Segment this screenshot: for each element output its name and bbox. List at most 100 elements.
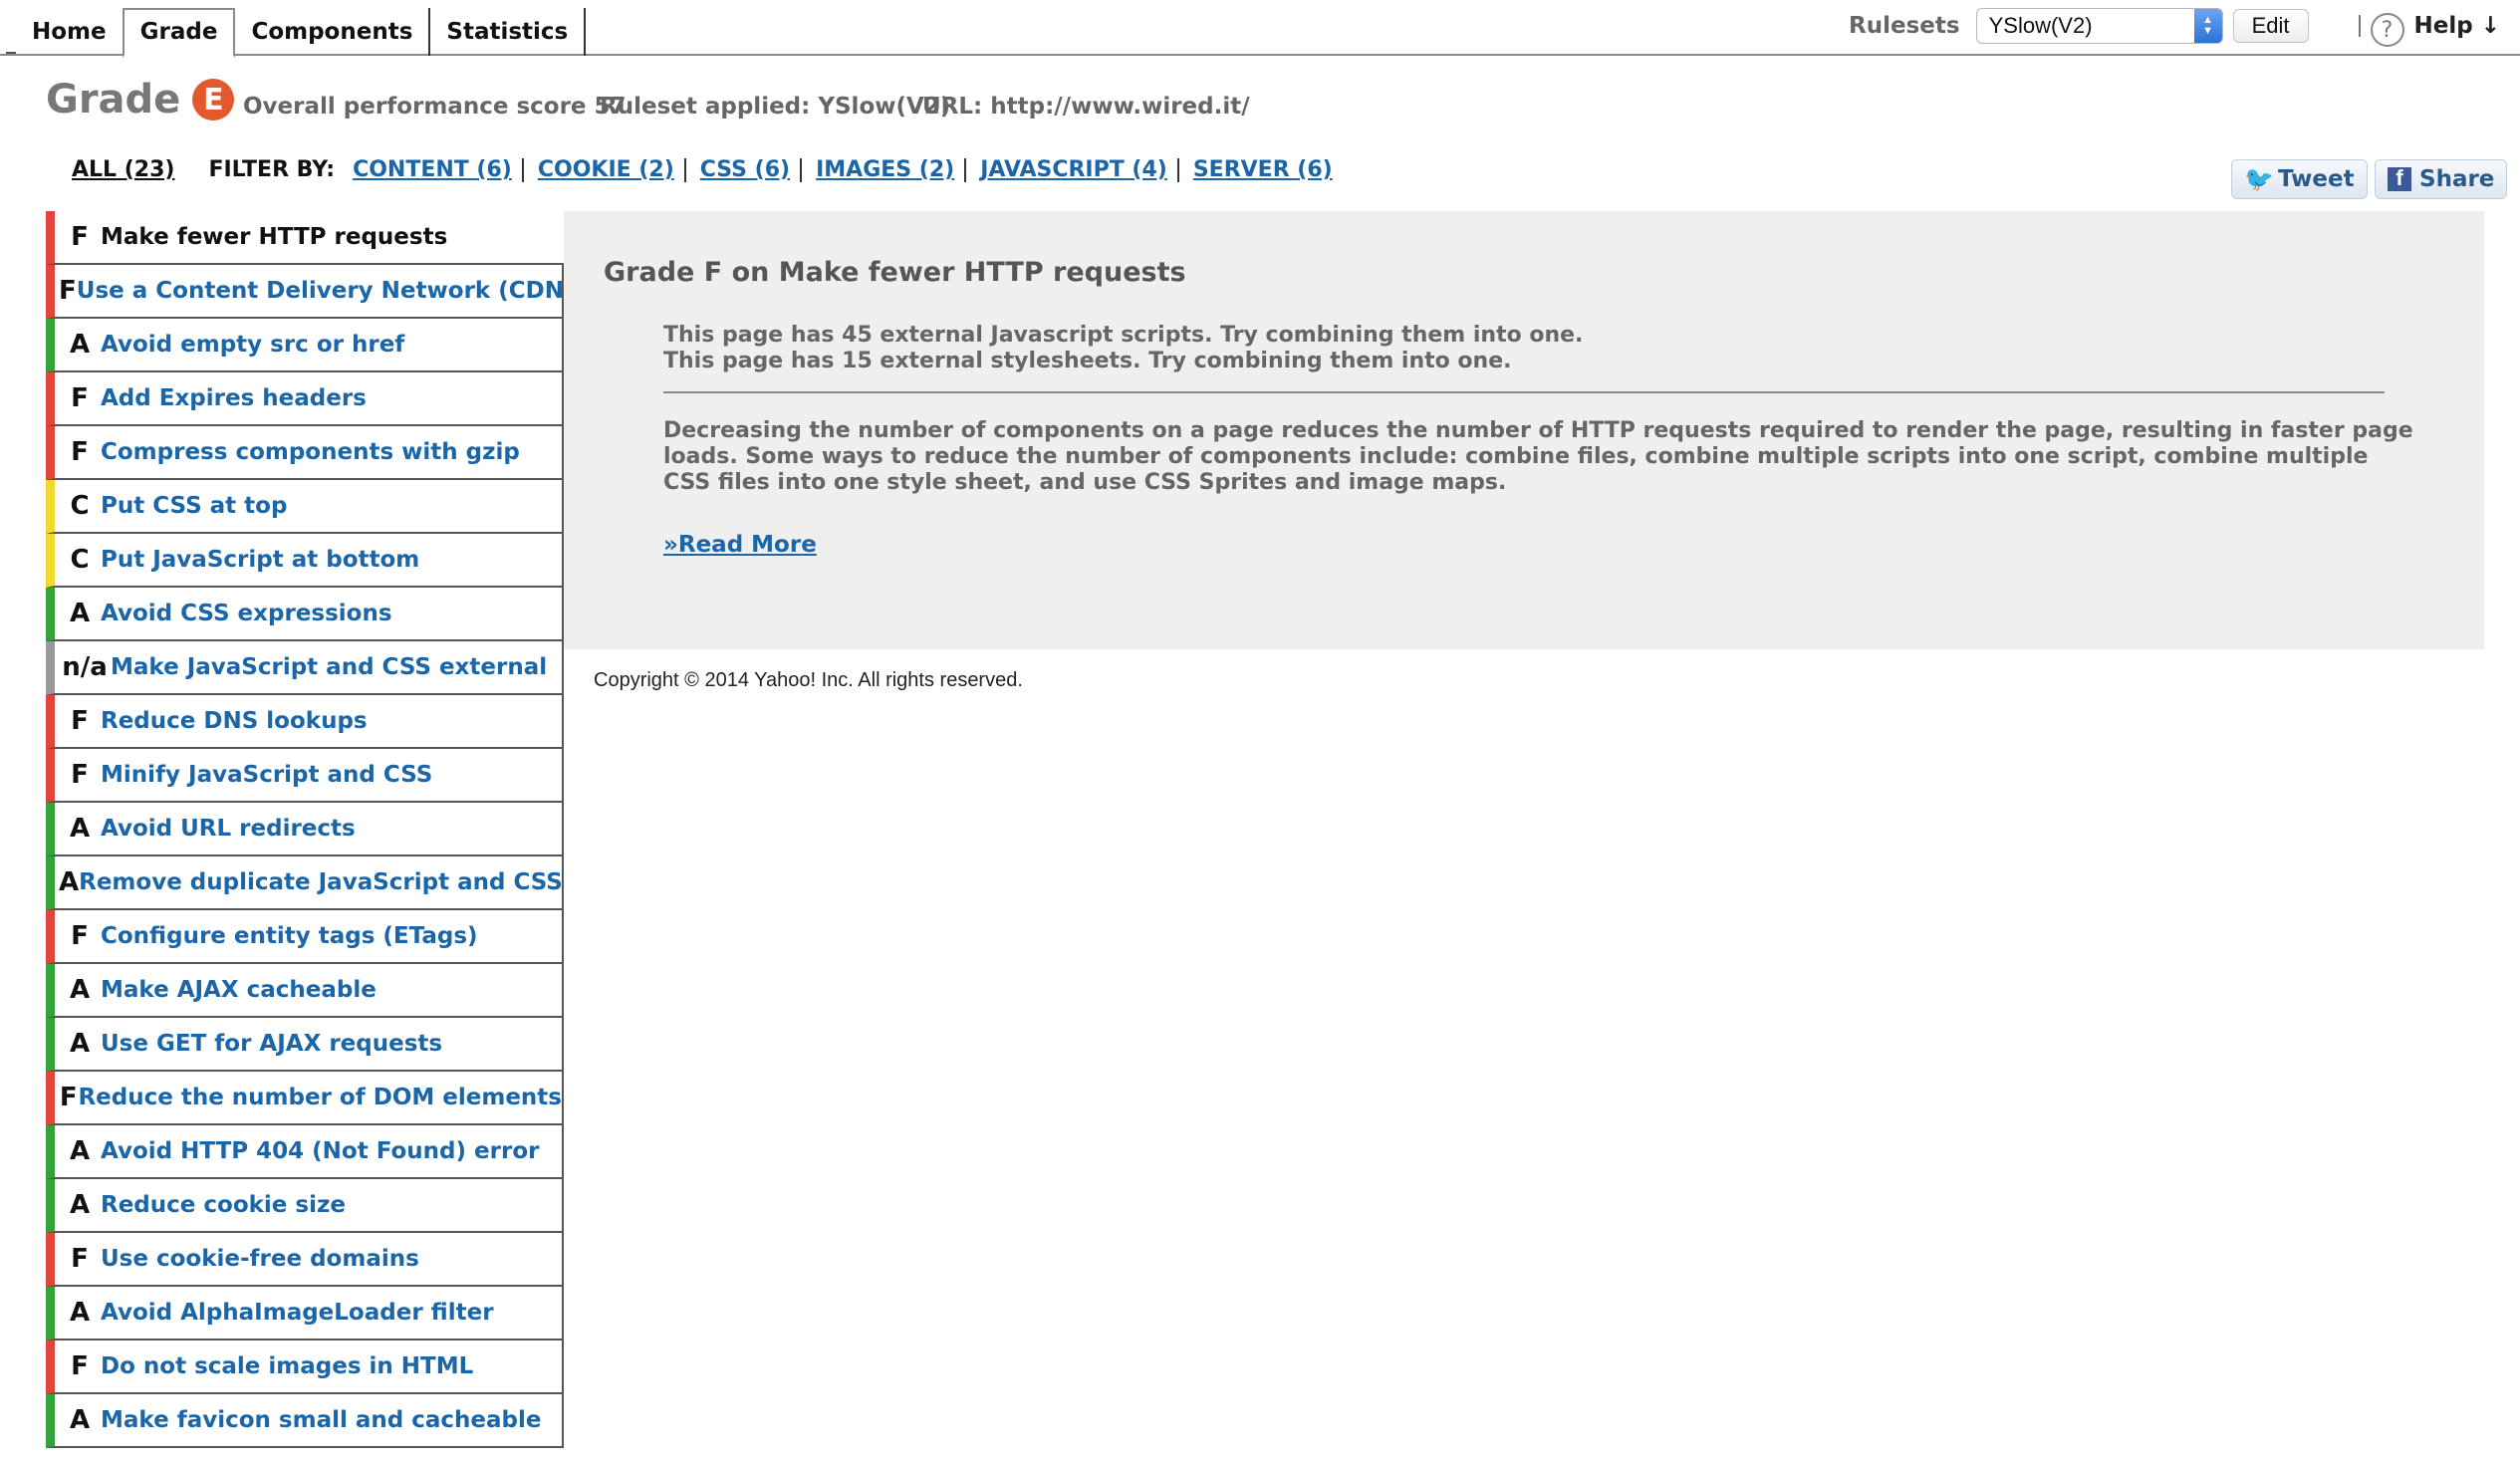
tweet-label: Tweet (2278, 166, 2355, 192)
tab-components[interactable]: Components (235, 8, 431, 56)
help-menu-button[interactable]: Help ↓ (2414, 13, 2500, 39)
rule-row[interactable]: A Avoid URL redirects (46, 803, 564, 856)
share-label: Share (2419, 166, 2495, 192)
rule-row[interactable]: F Configure entity tags (ETags) (46, 910, 564, 964)
rules-list: F Make fewer HTTP requests F Use a Content … (46, 211, 574, 1448)
nav-tabs: Home Grade Components Statistics (16, 8, 587, 58)
rule-name: Add Expires headers (101, 385, 367, 411)
separator (800, 157, 803, 182)
rule-row[interactable]: F Add Expires headers (46, 372, 564, 426)
rule-grade: F (71, 1244, 89, 1274)
rule-grade: C (70, 491, 90, 521)
tab-statistics[interactable]: Statistics (430, 8, 587, 56)
rule-grade: A (69, 330, 91, 360)
rulesets-label: Rulesets (1849, 13, 1960, 39)
copyright-text: Copyright © 2014 Yahoo! Inc. All rights … (594, 669, 1023, 691)
finding-line: This page has 45 external Javascript scr… (663, 323, 1584, 348)
ruleset-applied: Ruleset applied: YSlow(V2) (600, 94, 951, 120)
rule-row[interactable]: F Reduce DNS lookups (46, 695, 564, 749)
rule-name: Make favicon small and cacheable (101, 1407, 542, 1433)
rule-grade: F (59, 276, 77, 306)
rule-name: Make AJAX cacheable (101, 977, 377, 1003)
rule-name: Do not scale images in HTML (101, 1353, 474, 1379)
rule-detail-panel: Grade F on Make fewer HTTP requests This… (564, 211, 2484, 649)
rule-row[interactable]: F Reduce the number of DOM elements (46, 1072, 564, 1125)
rule-grade: A (69, 1298, 91, 1328)
grade-header: Grade E (46, 74, 235, 125)
finding-line: This page has 15 external stylesheets. T… (663, 349, 1512, 373)
rule-row[interactable]: A Avoid empty src or href (46, 319, 564, 372)
rule-row[interactable]: n/a Make JavaScript and CSS external (46, 641, 564, 695)
rule-grade: F (71, 921, 89, 951)
rule-grade: F (71, 706, 89, 736)
rule-row[interactable]: C Put JavaScript at bottom (46, 534, 564, 588)
rule-name: Minify JavaScript and CSS (101, 762, 433, 788)
rule-name: Use cookie-free domains (101, 1246, 419, 1272)
rule-name: Avoid CSS expressions (101, 601, 392, 626)
rule-grade: F (59, 1083, 78, 1112)
rule-row[interactable]: C Put CSS at top (46, 480, 564, 534)
rule-name: Make JavaScript and CSS external (111, 654, 548, 680)
rule-grade: F (71, 760, 89, 790)
filter-images-link[interactable]: IMAGES (2) (816, 157, 954, 182)
rule-row[interactable]: A Make AJAX cacheable (46, 964, 564, 1018)
rule-name: Compress components with gzip (101, 439, 520, 465)
rule-grade: F (71, 383, 89, 413)
rule-name: Reduce DNS lookups (101, 708, 368, 734)
filter-server-link[interactable]: SERVER (6) (1193, 157, 1333, 182)
overall-score: Overall performance score 57 (243, 94, 627, 120)
filter-all-link[interactable]: ALL (23) (72, 157, 174, 182)
filter-cookie-link[interactable]: COOKIE (2) (538, 157, 674, 182)
tab-grade[interactable]: Grade (122, 8, 236, 58)
rule-row[interactable]: A Avoid AlphaImageLoader filter (46, 1287, 564, 1340)
rule-row[interactable]: F Minify JavaScript and CSS (46, 749, 564, 803)
rule-name: Use a Content Delivery Network (CDN) (76, 278, 575, 304)
rule-name: Avoid HTTP 404 (Not Found) error (101, 1138, 540, 1164)
rule-row[interactable]: A Avoid CSS expressions (46, 588, 564, 641)
rule-row[interactable]: F Compress components with gzip (46, 426, 564, 480)
select-arrows-icon: ▲ ▼ (2193, 9, 2222, 43)
rule-row[interactable]: A Reduce cookie size (46, 1179, 564, 1233)
twitter-bird-icon: 🐦 (2244, 165, 2274, 193)
share-button[interactable]: f Share (2375, 159, 2508, 199)
filter-bar: ALL (23) FILTER BY: CONTENT (6) COOKIE (… (72, 157, 1333, 182)
separator (964, 157, 967, 182)
read-more-link[interactable]: »Read More (663, 532, 817, 558)
rule-row[interactable]: F Do not scale images in HTML (46, 1340, 564, 1394)
rule-grade: F (71, 222, 89, 252)
page-url: URL: http://www.wired.it/ (922, 94, 1250, 120)
facebook-icon: f (2388, 165, 2411, 191)
rule-row[interactable]: F Use a Content Delivery Network (CDN) (46, 265, 574, 319)
filter-content-link[interactable]: CONTENT (6) (353, 157, 512, 182)
rule-name: Reduce the number of DOM elements (78, 1085, 562, 1110)
corner-mark (6, 52, 16, 54)
ruleset-select[interactable]: YSlow(V2) ▲ ▼ (1975, 8, 2223, 44)
rule-name: Put CSS at top (101, 493, 288, 519)
separator (683, 157, 686, 182)
rule-row[interactable]: A Use GET for AJAX requests (46, 1018, 564, 1072)
detail-description: Decreasing the number of components on a… (663, 418, 2413, 495)
rule-row[interactable]: A Avoid HTTP 404 (Not Found) error (46, 1125, 564, 1179)
tweet-button[interactable]: 🐦 Tweet (2231, 159, 2368, 199)
edit-ruleset-button[interactable]: Edit (2232, 9, 2309, 43)
top-nav-bar: Home Grade Components Statistics Ruleset… (0, 0, 2520, 58)
question-icon[interactable]: ? (2370, 13, 2404, 47)
rule-name: Remove duplicate JavaScript and CSS (79, 869, 563, 895)
tab-home[interactable]: Home (16, 8, 123, 56)
rule-grade: A (69, 599, 91, 628)
rule-name: Use GET for AJAX requests (101, 1031, 443, 1057)
rule-grade: A (69, 1405, 91, 1435)
rule-row[interactable]: F Make fewer HTTP requests (46, 211, 564, 265)
rule-grade: F (71, 437, 89, 467)
filter-css-link[interactable]: CSS (6) (700, 157, 790, 182)
rule-grade: A (69, 1029, 91, 1059)
rule-name: Configure entity tags (ETags) (101, 923, 478, 949)
rulesets-controls: Rulesets YSlow(V2) ▲ ▼ Edit ? Help ↓ (1849, 6, 2500, 47)
rule-row[interactable]: F Use cookie-free domains (46, 1233, 564, 1287)
rule-grade: A (69, 975, 91, 1005)
rule-row[interactable]: A Make favicon small and cacheable (46, 1394, 564, 1448)
rule-grade: A (59, 867, 80, 897)
filter-javascript-link[interactable]: JAVASCRIPT (4) (980, 157, 1167, 182)
rule-name: Put JavaScript at bottom (101, 547, 420, 573)
rule-row[interactable]: A Remove duplicate JavaScript and CSS (46, 856, 564, 910)
